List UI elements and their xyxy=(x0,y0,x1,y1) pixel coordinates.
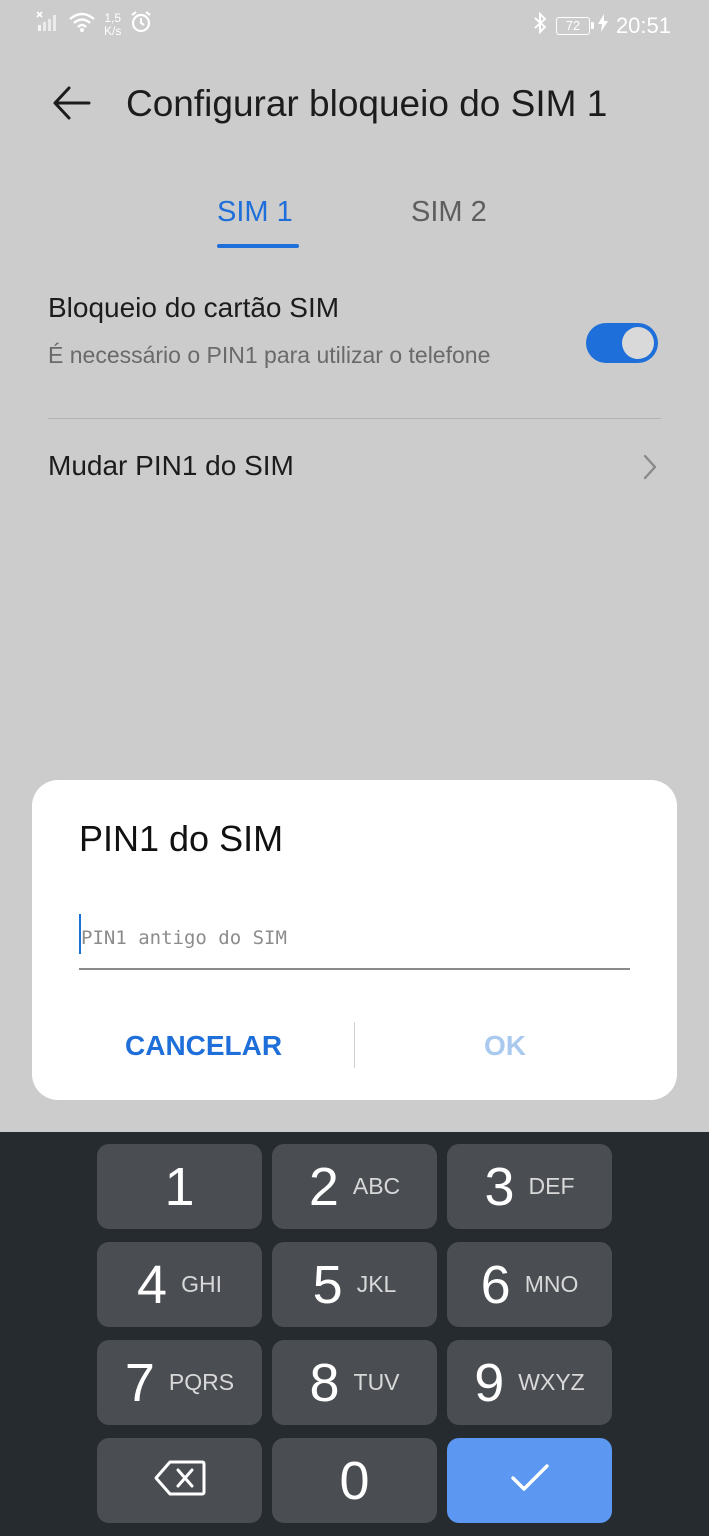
status-bar: 1,5 K/s 72 20:51 xyxy=(0,0,709,50)
key-6[interactable]: 6 MNO xyxy=(447,1242,612,1327)
bluetooth-icon xyxy=(532,11,548,39)
key-letters: DEF xyxy=(528,1173,575,1199)
key-digit: 7 xyxy=(124,1352,155,1413)
change-pin-row[interactable]: Mudar PIN1 do SIM xyxy=(48,420,661,510)
sim-lock-subtitle: É necessário o PIN1 para utilizar o tele… xyxy=(48,342,491,368)
key-letters: TUV xyxy=(353,1369,400,1395)
tab-sim-1[interactable]: SIM 1 xyxy=(217,196,293,229)
tab-active-indicator xyxy=(217,244,299,248)
tab-sim-2[interactable]: SIM 2 xyxy=(411,196,487,229)
old-pin-input[interactable] xyxy=(79,908,630,970)
sim-lock-toggle[interactable] xyxy=(586,323,658,363)
key-digit: 0 xyxy=(339,1450,370,1511)
key-letters: PQRS xyxy=(168,1369,235,1395)
cancel-button[interactable]: CANCELAR xyxy=(125,1030,282,1062)
key-digit: 1 xyxy=(164,1156,195,1217)
pin-dialog: PIN1 do SIM CANCELAR OK xyxy=(32,780,677,1100)
key-4[interactable]: 4 GHI xyxy=(97,1242,262,1327)
signal-no-sim-icon xyxy=(36,11,60,38)
change-pin-title: Mudar PIN1 do SIM xyxy=(48,450,294,481)
sim-lock-title: Bloqueio do cartão SIM xyxy=(48,292,340,323)
key-letters: WXYZ xyxy=(518,1369,585,1395)
key-digit: 3 xyxy=(484,1156,515,1217)
status-left-group: 1,5 K/s xyxy=(36,10,153,39)
dialog-button-divider xyxy=(354,1022,355,1068)
battery-icon: 72 xyxy=(555,16,594,35)
page-title: Configurar bloqueio do SIM 1 xyxy=(126,83,608,124)
text-cursor xyxy=(79,914,81,954)
key-5[interactable]: 5 JKL xyxy=(272,1242,437,1327)
key-digit: 9 xyxy=(474,1352,505,1413)
ok-button[interactable]: OK xyxy=(484,1030,526,1062)
status-right-group: 72 20:51 xyxy=(532,11,671,39)
sim-lock-row[interactable]: Bloqueio do cartão SIM É necessário o PI… xyxy=(48,290,661,419)
dialog-title: PIN1 do SIM xyxy=(79,818,284,859)
charging-icon xyxy=(597,14,608,37)
battery-level: 72 xyxy=(565,18,581,33)
back-button[interactable] xyxy=(46,80,96,130)
key-2[interactable]: 2 ABC xyxy=(272,1144,437,1229)
key-letters: GHI xyxy=(181,1271,222,1297)
checkmark-icon xyxy=(510,1463,550,1498)
numeric-keypad: 1 2 ABC 3 DEF 4 GHI 5 JKL 6 MNO 7 PQRS 8… xyxy=(0,1132,709,1536)
key-0[interactable]: 0 xyxy=(272,1438,437,1523)
key-digit: 8 xyxy=(309,1352,340,1413)
network-speed-unit: K/s xyxy=(104,23,122,38)
key-1[interactable]: 1 xyxy=(97,1144,262,1229)
key-digit: 5 xyxy=(312,1254,343,1315)
network-speed-value: 1,5 xyxy=(104,10,122,25)
network-speed: 1,5 K/s xyxy=(104,10,122,38)
key-letters: ABC xyxy=(352,1173,401,1199)
key-7[interactable]: 7 PQRS xyxy=(97,1340,262,1425)
clock: 20:51 xyxy=(615,12,671,38)
wifi-icon xyxy=(68,11,96,38)
chevron-right-icon xyxy=(641,452,659,487)
key-letters: MNO xyxy=(524,1271,579,1297)
key-9[interactable]: 9 WXYZ xyxy=(447,1340,612,1425)
toggle-knob xyxy=(622,327,654,359)
key-letters: JKL xyxy=(356,1271,397,1297)
arrow-left-icon xyxy=(51,83,91,128)
key-8[interactable]: 8 TUV xyxy=(272,1340,437,1425)
key-digit: 2 xyxy=(308,1156,339,1217)
key-3[interactable]: 3 DEF xyxy=(447,1144,612,1229)
backspace-icon xyxy=(154,1459,206,1502)
key-digit: 6 xyxy=(480,1254,511,1315)
key-digit: 4 xyxy=(137,1254,168,1315)
enter-key[interactable] xyxy=(447,1438,612,1523)
backspace-key[interactable] xyxy=(97,1438,262,1523)
alarm-icon xyxy=(129,10,153,39)
